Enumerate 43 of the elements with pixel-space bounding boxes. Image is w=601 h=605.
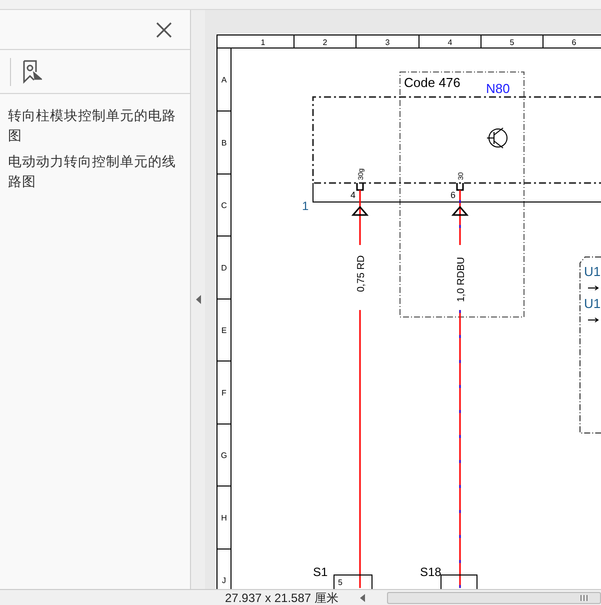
scroll-left-icon[interactable] [360,594,366,602]
component-label: N80 [486,81,510,96]
pin-number: 4 [350,190,356,200]
close-button[interactable] [154,20,174,40]
bookmark-item[interactable]: 转向柱模块控制单元的电路图 [8,106,180,146]
column-label: 3 [385,38,390,47]
row-label: F [222,388,226,398]
wire-label: 1,0 RDBU [456,256,467,302]
part-pin: 5 [338,578,342,587]
row-label: A [221,76,227,84]
part-label: S1 [313,565,328,579]
row-label: G [220,451,228,460]
wire-label: 0,75 RD [356,255,367,292]
pin-bracket-icon [456,183,464,191]
bookmark-icon [22,60,42,84]
column-label: 2 [322,38,328,47]
horizontal-scrollbar[interactable] [387,592,601,604]
column-label: 5 [510,38,514,47]
row-label: B [221,138,227,148]
row-label: D [221,264,227,272]
collapse-arrow-icon [196,295,200,304]
connector-label: 1 [302,199,309,213]
transistor-icon [486,128,508,148]
column-label: 1 [260,38,266,47]
triangle-icon [451,206,469,216]
column-label: 6 [572,38,576,47]
row-label: H [221,514,227,522]
pin-bracket-icon [356,183,364,191]
triangle-icon [351,206,369,216]
module-label: U1 [584,264,601,279]
option-code: Code 476 [404,75,460,90]
bookmark-item[interactable]: 电动动力转向控制单元的线路图 [8,152,180,192]
module-label: U1 [584,296,601,311]
bookmark-tool-button[interactable] [21,58,43,84]
column-label: 4 [448,38,452,47]
row-label: J [222,576,226,585]
row-label: E [221,326,227,335]
pin-number: 6 [450,190,456,200]
part-label: S18 [420,565,442,579]
grip-icon [580,594,588,600]
row-label: C [221,201,227,210]
page-size-text: 27.937 x 21.587 厘米 [225,590,338,604]
close-icon [156,22,172,38]
